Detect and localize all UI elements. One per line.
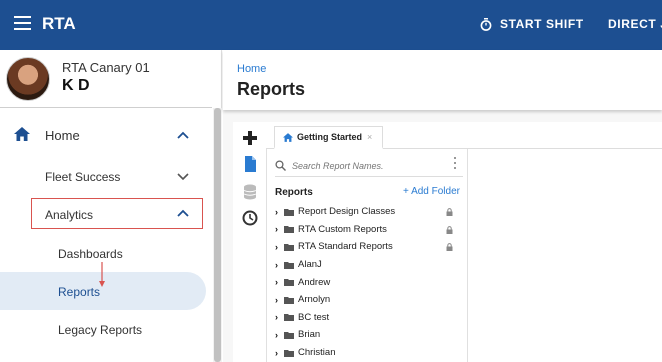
search-input[interactable] bbox=[292, 160, 442, 171]
app-title: RTA bbox=[42, 14, 76, 33]
tree-item-label: Report Design Classes bbox=[298, 206, 396, 218]
page-header: Home Reports bbox=[223, 50, 662, 110]
tab-label: Getting Started bbox=[297, 132, 363, 142]
sidebar-item-legacy-reports[interactable]: Legacy Reports bbox=[58, 323, 142, 337]
tree-item-label: RTA Standard Reports bbox=[298, 241, 393, 253]
menu-icon[interactable] bbox=[14, 16, 31, 30]
page-title: Reports bbox=[237, 79, 306, 99]
tree-item-label: Brian bbox=[298, 329, 321, 341]
tab-bar: Getting Started × bbox=[266, 122, 662, 149]
caret-right-icon[interactable]: › bbox=[275, 330, 284, 340]
sidebar-item-dashboards[interactable]: Dashboards bbox=[58, 247, 123, 261]
caret-right-icon[interactable]: › bbox=[275, 260, 284, 270]
folder-icon bbox=[284, 208, 294, 216]
main-content: Home Reports Getting Started × Search Re… bbox=[223, 50, 662, 362]
lock-icon bbox=[446, 243, 453, 252]
chevron-down-icon[interactable] bbox=[177, 173, 189, 181]
chevron-up-icon[interactable] bbox=[177, 209, 189, 217]
folder-icon bbox=[284, 349, 294, 357]
direct-button[interactable]: DIRECT J bbox=[608, 17, 662, 31]
timer-icon bbox=[480, 17, 492, 31]
annotation-arrow bbox=[99, 262, 105, 287]
start-shift-label: START SHIFT bbox=[500, 17, 584, 31]
sidebar-item-reports[interactable]: Reports bbox=[58, 285, 100, 299]
caret-right-icon[interactable]: › bbox=[275, 224, 284, 234]
kebab-menu-icon[interactable] bbox=[453, 157, 457, 171]
tree-item[interactable]: › Andrew bbox=[275, 273, 461, 291]
site-name: RTA Canary 01 bbox=[62, 60, 150, 75]
home-icon bbox=[283, 132, 293, 142]
reports-panel: Getting Started × Reports + Add Folder ›… bbox=[233, 122, 662, 362]
sidebar-item-analytics[interactable]: Analytics bbox=[45, 208, 93, 222]
add-folder-button[interactable]: + Add Folder bbox=[403, 186, 460, 197]
database-icon[interactable] bbox=[242, 184, 258, 200]
icon-rail bbox=[233, 122, 265, 362]
search-icon bbox=[275, 160, 286, 171]
caret-right-icon[interactable]: › bbox=[275, 277, 284, 287]
tree-list: › Report Design Classes › RTA Custom Report… bbox=[275, 203, 461, 361]
document-icon[interactable] bbox=[242, 156, 258, 172]
folder-icon bbox=[284, 331, 294, 339]
tree-item-label: AlanJ bbox=[298, 259, 322, 271]
folder-icon bbox=[284, 296, 294, 304]
tree-item-label: BC test bbox=[298, 311, 330, 323]
top-app-bar: RTA START SHIFT DIRECT J bbox=[0, 0, 662, 50]
close-icon[interactable]: × bbox=[367, 132, 372, 142]
folder-icon bbox=[284, 243, 294, 251]
history-icon[interactable] bbox=[242, 210, 258, 226]
user-initials: K D bbox=[62, 77, 90, 94]
caret-right-icon[interactable]: › bbox=[275, 207, 284, 217]
sidebar: RTA Canary 01 K D Home Fleet Success Ana… bbox=[0, 50, 222, 362]
folder-icon bbox=[284, 226, 294, 234]
lock-icon bbox=[446, 225, 453, 234]
avatar[interactable] bbox=[6, 57, 50, 101]
lock-icon bbox=[446, 208, 453, 216]
tree-item[interactable]: › Report Design Classes bbox=[275, 203, 461, 221]
sidebar-item-fleet-success[interactable]: Fleet Success bbox=[45, 170, 120, 184]
caret-right-icon[interactable]: › bbox=[275, 312, 284, 322]
tree-item[interactable]: › Arnolyn bbox=[275, 291, 461, 309]
tab-getting-started[interactable]: Getting Started × bbox=[274, 126, 384, 149]
caret-right-icon[interactable]: › bbox=[275, 348, 284, 358]
home-icon bbox=[14, 127, 30, 141]
tree-item[interactable]: › RTA Custom Reports bbox=[275, 221, 461, 239]
tree-item[interactable]: › BC test bbox=[275, 309, 461, 327]
sidebar-scrollbar-thumb[interactable] bbox=[214, 108, 221, 362]
tree-item[interactable]: › AlanJ bbox=[275, 256, 461, 274]
divider bbox=[0, 107, 212, 108]
tree-item[interactable]: › RTA Standard Reports bbox=[275, 238, 461, 256]
tree-item-label: Arnolyn bbox=[298, 294, 331, 306]
plus-icon[interactable] bbox=[242, 130, 258, 146]
report-tree: Reports + Add Folder › Report Design Clas… bbox=[266, 149, 468, 362]
start-shift-button[interactable]: START SHIFT bbox=[480, 17, 584, 31]
breadcrumb[interactable]: Home bbox=[237, 63, 266, 75]
caret-right-icon[interactable]: › bbox=[275, 242, 284, 252]
tree-item-label: Christian bbox=[298, 347, 336, 359]
tree-item[interactable]: › Christian bbox=[275, 344, 461, 362]
folder-icon bbox=[284, 314, 294, 322]
folder-icon bbox=[284, 279, 294, 287]
chevron-up-icon[interactable] bbox=[177, 131, 189, 139]
folder-icon bbox=[284, 261, 294, 269]
tree-item-label: Andrew bbox=[298, 276, 331, 288]
caret-right-icon[interactable]: › bbox=[275, 295, 284, 305]
sidebar-item-home[interactable]: Home bbox=[45, 128, 80, 143]
tree-item[interactable]: › Brian bbox=[275, 326, 461, 344]
search-bar bbox=[275, 155, 463, 177]
tree-heading: Reports bbox=[275, 187, 313, 198]
tree-item-label: RTA Custom Reports bbox=[298, 223, 387, 235]
